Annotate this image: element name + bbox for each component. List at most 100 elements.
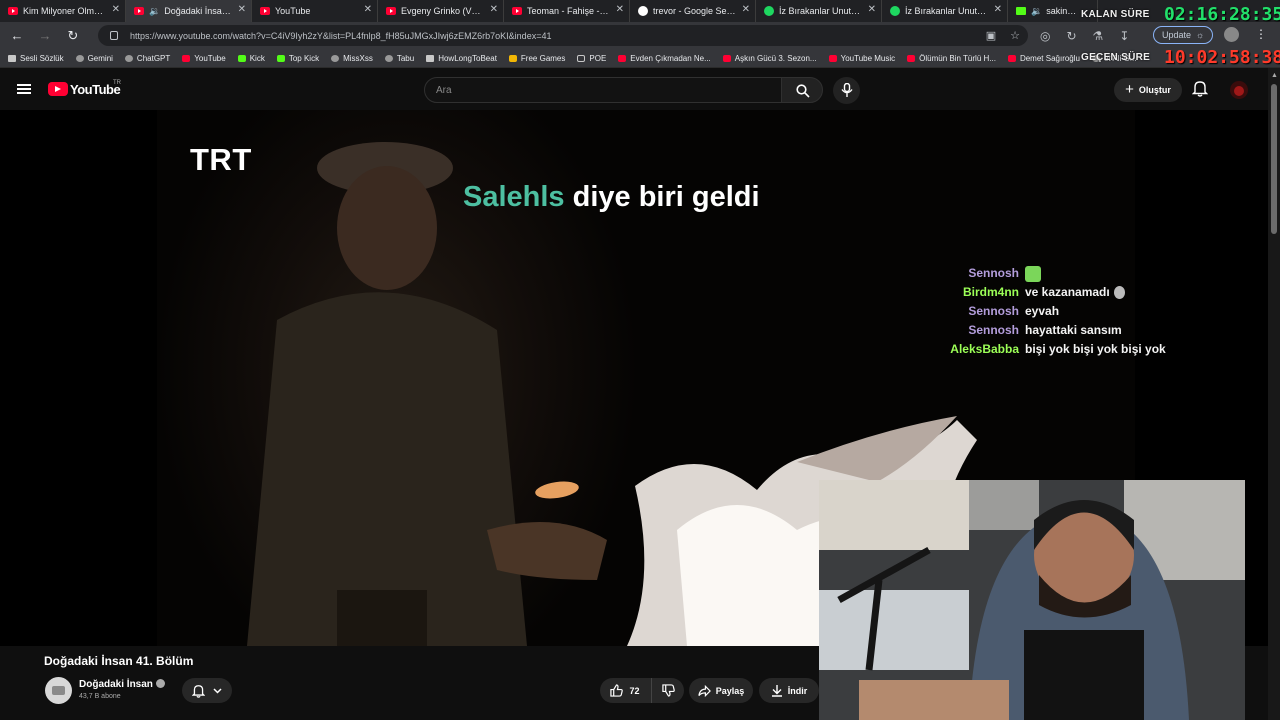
- back-button[interactable]: ←: [6, 25, 28, 47]
- bookmark-label: Gemini: [87, 53, 113, 63]
- channel-name[interactable]: Doğadaki İnsan: [79, 679, 165, 690]
- bookmark-item[interactable]: Kick: [237, 53, 265, 63]
- bookmark-label: POE: [589, 53, 607, 63]
- close-tab-icon[interactable]: ✕: [364, 5, 372, 15]
- country-code: TR: [113, 80, 121, 86]
- browser-tab[interactable]: İz Bırakanlar Unutulmaz ✕: [882, 0, 1008, 22]
- search-input[interactable]: Ara: [424, 77, 782, 103]
- browser-menu-icon[interactable]: ⋮: [1255, 27, 1267, 41]
- bookmark-item[interactable]: Sesli Sözlük: [8, 54, 64, 63]
- browser-tab[interactable]: Evgeny Grinko (VW Arc ✕: [378, 0, 504, 22]
- bookmark-label: YouTube: [194, 53, 226, 63]
- bookmark-label: Aşkın Gücü 3. Sezon...: [734, 53, 817, 63]
- update-button[interactable]: Update ☼: [1153, 26, 1214, 44]
- close-tab-icon[interactable]: ✕: [238, 5, 246, 15]
- bookmark-item[interactable]: MissXss: [331, 54, 373, 63]
- tab-title: Evgeny Grinko (VW Arc: [401, 6, 485, 16]
- browser-tab[interactable]: trevor - Google Search ✕: [630, 0, 756, 22]
- tab-title: İz Bırakanlar Unutulmaz: [779, 6, 863, 16]
- close-tab-icon[interactable]: ✕: [490, 5, 498, 15]
- broadcaster-watermark: TRT: [190, 142, 252, 177]
- youtube-logo-icon[interactable]: [48, 82, 68, 96]
- thumbs-up-icon: [610, 684, 624, 697]
- chat-username: AleksBabba: [950, 342, 1019, 356]
- channel-avatar[interactable]: [45, 677, 72, 704]
- profile-avatar[interactable]: [1224, 27, 1239, 42]
- browser-tab[interactable]: Teoman - Fahişe - Offici ✕: [504, 0, 630, 22]
- refresh-extension-icon[interactable]: ↻: [1066, 29, 1076, 43]
- browser-tab[interactable]: 🔉 Doğadaki İnsan 41. ✕: [126, 0, 252, 22]
- like-count: 72: [629, 685, 640, 696]
- spotify-icon: [764, 6, 774, 16]
- flask-icon[interactable]: ⚗: [1093, 29, 1104, 43]
- scrollbar-thumb[interactable]: [1271, 84, 1277, 234]
- bookmark-favicon-icon: [8, 54, 16, 62]
- bookmark-label: Kick: [249, 53, 265, 63]
- close-tab-icon[interactable]: ✕: [742, 5, 750, 15]
- bookmark-favicon-icon: [907, 54, 916, 62]
- bookmark-item[interactable]: HowLongToBeat: [426, 54, 497, 63]
- account-avatar[interactable]: [1230, 81, 1248, 99]
- address-bar[interactable]: https://www.youtube.com/watch?v=C4iV9Iyh…: [98, 25, 1028, 46]
- page-scrollbar[interactable]: ▲: [1268, 68, 1280, 720]
- tab-title: YouTube: [275, 6, 311, 16]
- download-label: İndir: [787, 685, 808, 696]
- site-info-icon[interactable]: [110, 31, 118, 40]
- share-button[interactable]: Paylaş: [689, 678, 753, 703]
- menu-icon[interactable]: [17, 84, 31, 94]
- speaker-icon[interactable]: 🔉: [1031, 6, 1042, 17]
- bookmark-item[interactable]: Ölümün Bin Türlü H...: [907, 54, 996, 63]
- download-icon[interactable]: ↧: [1119, 29, 1129, 43]
- bookmark-item[interactable]: Free Games: [508, 53, 566, 63]
- close-tab-icon[interactable]: ✕: [616, 5, 624, 15]
- bookmark-item[interactable]: Aşkın Gücü 3. Sezon...: [722, 53, 817, 63]
- youtube-icon: [134, 7, 144, 15]
- kick-icon: [1016, 7, 1026, 15]
- bookmark-favicon-icon: [1007, 54, 1016, 62]
- browser-tab[interactable]: İz Bırakanlar Unutulmaz ✕: [756, 0, 882, 22]
- bookmark-star-icon[interactable]: ☆: [1010, 29, 1020, 42]
- tab-title: İz Bırakanlar Unutulmaz: [905, 6, 989, 16]
- bookmark-item[interactable]: Demet Sağıroğlu: [1007, 54, 1080, 63]
- microphone-icon: [840, 83, 853, 97]
- browser-tab[interactable]: YouTube ✕: [252, 0, 378, 22]
- bookmark-item[interactable]: Top Kick: [276, 54, 319, 63]
- chat-message-body: eyvah: [1025, 304, 1059, 318]
- browser-tab[interactable]: Kim Milyoner Olmak İste ✕: [0, 0, 126, 22]
- close-tab-icon[interactable]: ✕: [994, 5, 1002, 15]
- bookmark-item[interactable]: Evden Çıkmadan Ne...: [618, 54, 711, 63]
- like-button[interactable]: 72: [600, 678, 650, 703]
- bookmark-item[interactable]: Tabu: [384, 54, 414, 63]
- bookmark-item[interactable]: Gemini: [75, 53, 113, 63]
- scroll-up-arrow-icon[interactable]: ▲: [1271, 72, 1278, 79]
- bookmark-favicon-icon: [508, 54, 517, 62]
- close-tab-icon[interactable]: ✕: [868, 5, 876, 15]
- elapsed-time-value: 10:02:58:38: [1164, 47, 1280, 68]
- bookmark-item[interactable]: ChatGPT: [124, 54, 170, 63]
- bookmark-favicon-icon: [577, 54, 586, 62]
- webcam-image: [819, 480, 1245, 720]
- voice-search-button[interactable]: [833, 77, 860, 104]
- bookmark-favicon-icon: [276, 54, 285, 62]
- like-dislike-group: 72: [600, 678, 684, 703]
- bookmark-label: Free Games: [520, 53, 566, 63]
- dislike-button[interactable]: [651, 678, 684, 703]
- speaker-icon[interactable]: 🔉: [149, 6, 160, 17]
- grey-emote-icon: [1113, 286, 1125, 300]
- bookmark-item[interactable]: YouTube: [182, 53, 226, 63]
- forward-button[interactable]: →: [34, 25, 56, 47]
- notifications-icon[interactable]: [1192, 80, 1208, 97]
- tab-title: sakinmaaili: [1046, 6, 1079, 16]
- bookmark-item[interactable]: POE: [577, 54, 606, 63]
- chat-text: bişi yok bişi yok bişi yok: [1025, 342, 1166, 356]
- install-app-icon[interactable]: ▣: [986, 29, 996, 42]
- bookmark-item[interactable]: YouTube Music: [828, 54, 895, 63]
- close-tab-icon[interactable]: ✕: [112, 5, 120, 15]
- download-button[interactable]: İndir: [759, 678, 819, 703]
- youtube-icon: [260, 7, 270, 15]
- search-button[interactable]: [781, 77, 823, 103]
- create-button[interactable]: + Oluştur: [1114, 78, 1182, 102]
- subscription-bell-button[interactable]: [182, 678, 232, 703]
- extension-icon[interactable]: ◎: [1040, 29, 1050, 43]
- reload-button[interactable]: ↻: [62, 25, 84, 47]
